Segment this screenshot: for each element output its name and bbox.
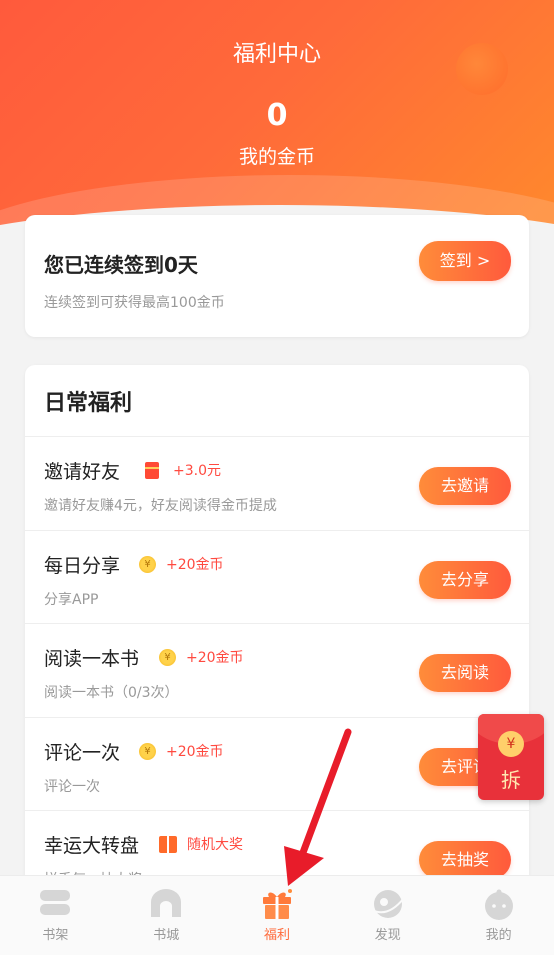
red-envelope-icon (145, 461, 159, 479)
share-button[interactable]: 去分享 (419, 561, 511, 599)
task-desc: 评论一次 (44, 779, 100, 795)
task-reward: 随机大奖 (159, 834, 243, 854)
task-reward: +3.0元 (145, 460, 221, 480)
tab-bookstore[interactable]: 书城 (111, 876, 222, 955)
profile-icon (484, 889, 513, 920)
bottom-tab-bar: 书架 书城 福利 发现 我的 (0, 875, 554, 955)
signin-title: 您已连续签到0天 (44, 253, 198, 277)
tab-label: 我的 (485, 928, 512, 943)
signin-subtitle: 连续签到可获得最高100金币 (44, 295, 225, 311)
tab-label: 书城 (153, 928, 180, 943)
signin-button[interactable]: 签到 > (419, 241, 511, 281)
bookstore-icon (151, 889, 182, 917)
lottery-button[interactable]: 去抽奖 (419, 841, 511, 879)
bookshelf-icon (40, 890, 71, 915)
daily-benefits-card: 日常福利 邀请好友 +3.0元 邀请好友赚4元，好友阅读得金币提成 去邀请 每日… (25, 365, 529, 905)
annotation-arrow (284, 728, 352, 886)
gift-icon (159, 835, 177, 853)
coin-icon: ¥ (139, 555, 156, 573)
task-name: 评论一次 (44, 742, 121, 764)
coin-balance: 0 (266, 98, 288, 133)
coin-icon: ¥ (139, 742, 156, 760)
yuan-coin-icon: ¥ (498, 731, 524, 757)
task-name: 每日分享 (44, 555, 121, 577)
coin-balance-label: 我的金币 (238, 146, 315, 168)
page-title: 福利中心 (232, 42, 321, 67)
task-desc: 分享APP (44, 592, 99, 608)
tab-label: 发现 (374, 928, 401, 943)
header-banner: 福利中心 0 我的金币 (0, 0, 554, 250)
task-row-share: 每日分享 ¥ +20金币 分享APP 去分享 (25, 530, 529, 624)
red-packet-label: 拆 (501, 768, 521, 792)
task-reward: ¥ +20金币 (139, 741, 224, 761)
task-reward-text: +3.0元 (173, 463, 221, 479)
task-reward: ¥ +20金币 (159, 647, 244, 667)
task-name: 幸运大转盘 (44, 835, 140, 857)
tab-bookshelf[interactable]: 书架 (0, 876, 111, 955)
signin-card: 您已连续签到0天 连续签到可获得最高100金币 签到 > (25, 215, 529, 337)
coin-icon: ¥ (159, 648, 176, 666)
tab-label: 福利 (263, 928, 290, 943)
red-packet-floating-button[interactable]: ¥ 拆 (478, 714, 544, 800)
discover-icon (371, 890, 405, 918)
task-reward-text: 随机大奖 (187, 837, 243, 853)
task-reward-text: +20金币 (166, 557, 224, 573)
task-row-read: 阅读一本书 ¥ +20金币 阅读一本书（0/3次） 去阅读 (25, 623, 529, 717)
invite-button[interactable]: 去邀请 (419, 467, 511, 505)
task-row-comment: 评论一次 ¥ +20金币 评论一次 去评论 (25, 717, 529, 811)
task-reward-text: +20金币 (166, 744, 224, 760)
task-name: 阅读一本书 (44, 648, 140, 670)
gift-icon (262, 889, 292, 919)
task-desc: 阅读一本书（0/3次） (44, 685, 179, 701)
task-desc: 邀请好友赚4元，好友阅读得金币提成 (44, 498, 277, 514)
task-row-invite: 邀请好友 +3.0元 邀请好友赚4元，好友阅读得金币提成 去邀请 (25, 436, 529, 530)
tab-label: 书架 (42, 928, 69, 943)
tab-profile[interactable]: 我的 (443, 876, 554, 955)
read-button[interactable]: 去阅读 (419, 654, 511, 692)
task-reward: ¥ +20金币 (139, 554, 224, 574)
task-name: 邀请好友 (44, 461, 121, 483)
task-reward-text: +20金币 (186, 650, 244, 666)
section-title: 日常福利 (44, 391, 133, 416)
